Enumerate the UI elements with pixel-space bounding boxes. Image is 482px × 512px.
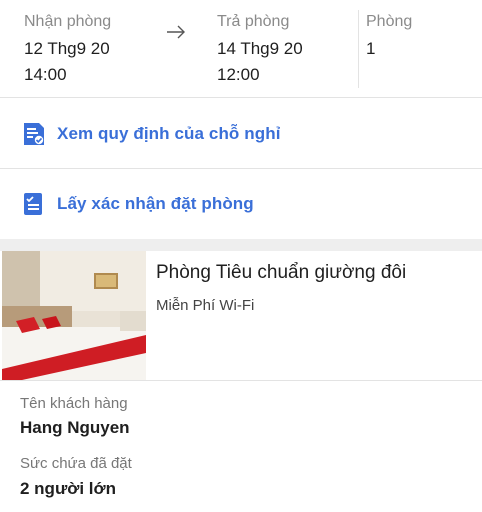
room-amenity: Miễn Phí Wi-Fi — [156, 297, 255, 314]
checkout-date: 14 Thg9 20 — [217, 39, 303, 58]
view-property-policy-label: Xem quy định của chỗ nghỉ — [57, 123, 281, 143]
column-divider — [358, 10, 359, 88]
checkout-time: 12:00 — [217, 65, 260, 84]
checkin-label: Nhận phòng — [24, 13, 112, 30]
room-type-name: Phòng Tiêu chuẩn giường đôi — [156, 262, 407, 283]
get-booking-confirmation-label: Lấy xác nhận đặt phòng — [57, 194, 254, 213]
policy-document-icon — [24, 122, 44, 145]
checkout-block: Trả phòng 14 Thg9 20 12:00 — [217, 12, 303, 88]
booked-capacity-label: Sức chứa đã đặt — [20, 455, 132, 472]
checkin-time: 14:00 — [24, 65, 67, 84]
guest-name-label: Tên khách hàng — [20, 395, 128, 412]
checkin-date: 12 Thg9 20 — [24, 39, 110, 58]
checkin-block: Nhận phòng 12 Thg9 20 14:00 — [24, 12, 111, 88]
checkout-label: Trả phòng — [217, 13, 290, 30]
section-separator — [0, 239, 482, 251]
room-photo-image — [2, 251, 146, 380]
view-property-policy-link[interactable]: Xem quy định của chỗ nghỉ — [0, 99, 482, 169]
room-photo[interactable] — [2, 251, 146, 380]
rooms-block: Phòng 1 — [366, 12, 412, 62]
confirmation-checklist-icon — [24, 193, 42, 215]
get-booking-confirmation-link[interactable]: Lấy xác nhận đặt phòng — [0, 169, 482, 239]
guest-name-value: Hang Nguyen — [20, 418, 130, 437]
room-divider — [0, 380, 482, 381]
rooms-label: Phòng — [366, 13, 413, 30]
stay-dates-section: Nhận phòng 12 Thg9 20 14:00 Trả phòng 14… — [0, 0, 482, 98]
arrow-right-icon — [167, 25, 185, 39]
rooms-count: 1 — [366, 39, 376, 58]
booked-capacity-value: 2 người lớn — [20, 479, 116, 498]
